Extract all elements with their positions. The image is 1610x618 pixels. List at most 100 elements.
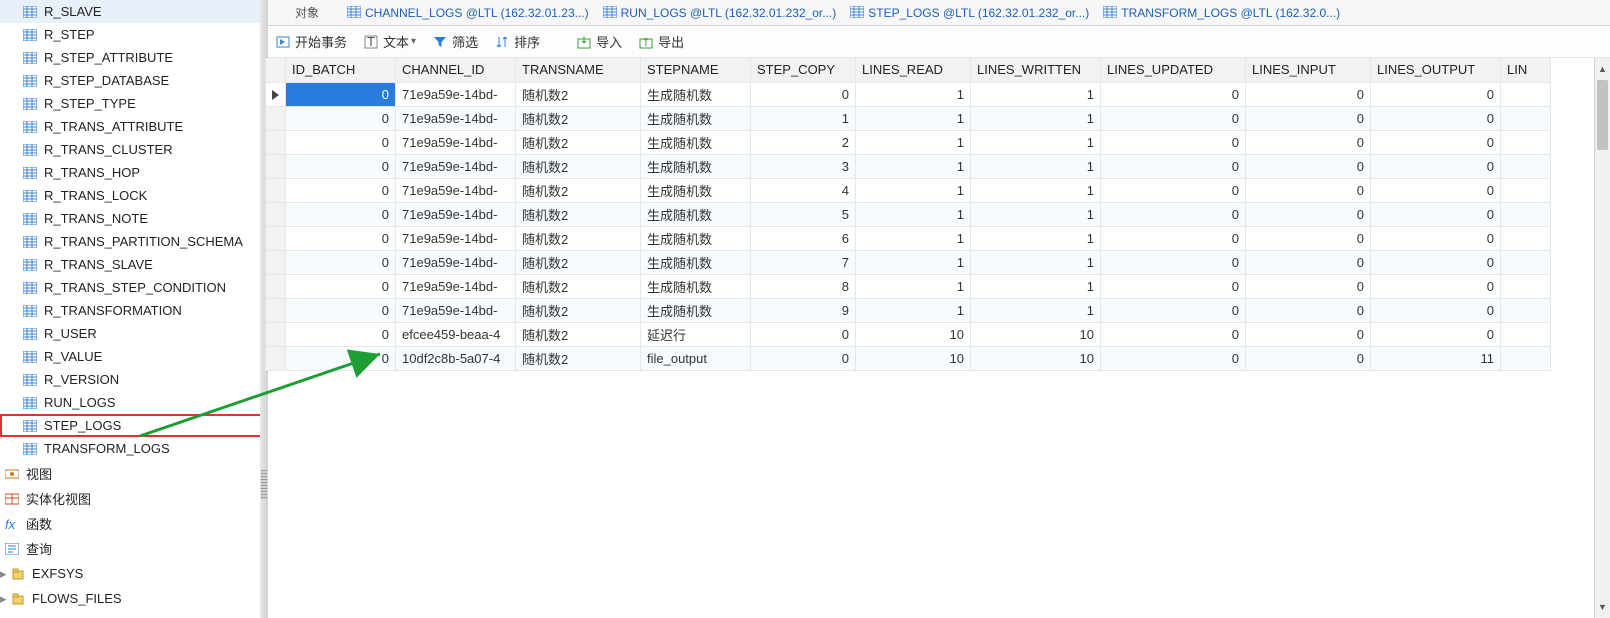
cell-lines_output[interactable]: 0 (1371, 322, 1501, 346)
col-header-id_batch[interactable]: ID_BATCH (286, 58, 396, 82)
cell-stepname[interactable]: 延迟行 (641, 322, 751, 346)
cell-lin_[interactable] (1501, 298, 1551, 322)
cell-channel_id[interactable]: 71e9a59e-14bd- (396, 106, 516, 130)
cell-channel_id[interactable]: 71e9a59e-14bd- (396, 298, 516, 322)
cell-lines_updated[interactable]: 0 (1101, 250, 1246, 274)
cell-stepname[interactable]: 生成随机数 (641, 274, 751, 298)
cell-transname[interactable]: 随机数2 (516, 154, 641, 178)
cell-lines_read[interactable]: 10 (856, 322, 971, 346)
rowhandle[interactable] (266, 82, 286, 106)
col-header-lin_[interactable]: LIN (1501, 58, 1551, 82)
tree-table-r_trans_step_condition[interactable]: R_TRANS_STEP_CONDITION (0, 276, 264, 299)
cell-lines_read[interactable]: 1 (856, 298, 971, 322)
cell-transname[interactable]: 随机数2 (516, 130, 641, 154)
cell-lines_input[interactable]: 0 (1246, 226, 1371, 250)
cell-transname[interactable]: 随机数2 (516, 298, 641, 322)
cell-lines_input[interactable]: 0 (1246, 202, 1371, 226)
table-row[interactable]: 0efcee459-beaa-4随机数2延迟行01010000 (266, 322, 1551, 346)
cell-lin_[interactable] (1501, 322, 1551, 346)
cell-step_copy[interactable]: 9 (751, 298, 856, 322)
cell-id_batch[interactable]: 0 (286, 250, 396, 274)
cell-id_batch[interactable]: 0 (286, 154, 396, 178)
cell-lines_written[interactable]: 1 (971, 274, 1101, 298)
cell-lines_written[interactable]: 1 (971, 178, 1101, 202)
table-row[interactable]: 071e9a59e-14bd-随机数2生成随机数011000 (266, 82, 1551, 106)
table-row[interactable]: 071e9a59e-14bd-随机数2生成随机数911000 (266, 298, 1551, 322)
cell-lin_[interactable] (1501, 274, 1551, 298)
begin-transaction-button[interactable]: 开始事务 (275, 32, 347, 51)
tree-category-view[interactable]: 视图 (0, 462, 264, 485)
cell-lin_[interactable] (1501, 226, 1551, 250)
tab-2[interactable]: STEP_LOGS @LTL (162.32.01.232_or...) (850, 6, 1089, 20)
tree-table-r_step_type[interactable]: R_STEP_TYPE (0, 92, 264, 115)
cell-channel_id[interactable]: 71e9a59e-14bd- (396, 130, 516, 154)
cell-step_copy[interactable]: 1 (751, 106, 856, 130)
cell-channel_id[interactable]: 71e9a59e-14bd- (396, 154, 516, 178)
text-button[interactable]: T 文本 ▾ (363, 32, 416, 51)
rowhandle[interactable] (266, 178, 286, 202)
cell-lines_read[interactable]: 1 (856, 154, 971, 178)
export-button[interactable]: 导出 (638, 32, 684, 51)
cell-lines_output[interactable]: 0 (1371, 298, 1501, 322)
cell-lines_output[interactable]: 0 (1371, 226, 1501, 250)
rowhandle[interactable] (266, 274, 286, 298)
cell-stepname[interactable]: 生成随机数 (641, 226, 751, 250)
cell-id_batch[interactable]: 0 (286, 274, 396, 298)
cell-step_copy[interactable]: 6 (751, 226, 856, 250)
table-row[interactable]: 071e9a59e-14bd-随机数2生成随机数411000 (266, 178, 1551, 202)
cell-step_copy[interactable]: 5 (751, 202, 856, 226)
tree-table-r_slave[interactable]: R_SLAVE (0, 0, 264, 23)
cell-stepname[interactable]: 生成随机数 (641, 178, 751, 202)
tree-table-r_trans_slave[interactable]: R_TRANS_SLAVE (0, 253, 264, 276)
tree-table-r_trans_hop[interactable]: R_TRANS_HOP (0, 161, 264, 184)
tree-table-r_value[interactable]: R_VALUE (0, 345, 264, 368)
cell-lines_read[interactable]: 10 (856, 346, 971, 370)
cell-lines_output[interactable]: 0 (1371, 130, 1501, 154)
cell-lines_updated[interactable]: 0 (1101, 154, 1246, 178)
cell-stepname[interactable]: 生成随机数 (641, 130, 751, 154)
cell-step_copy[interactable]: 0 (751, 322, 856, 346)
cell-lines_updated[interactable]: 0 (1101, 346, 1246, 370)
cell-lines_input[interactable]: 0 (1246, 346, 1371, 370)
table-row[interactable]: 010df2c8b-5a07-4随机数2file_output010100011 (266, 346, 1551, 370)
rowhandle[interactable] (266, 250, 286, 274)
cell-stepname[interactable]: 生成随机数 (641, 298, 751, 322)
tree-category-query[interactable]: 查询 (0, 537, 264, 560)
cell-step_copy[interactable]: 2 (751, 130, 856, 154)
vertical-scrollbar[interactable]: ▲ ▼ (1594, 58, 1610, 618)
cell-lines_written[interactable]: 1 (971, 250, 1101, 274)
cell-lines_written[interactable]: 1 (971, 130, 1101, 154)
rowhandle[interactable] (266, 130, 286, 154)
cell-step_copy[interactable]: 4 (751, 178, 856, 202)
cell-lines_input[interactable]: 0 (1246, 154, 1371, 178)
tree-schema-exfsys[interactable]: ▸EXFSYS (0, 562, 264, 585)
cell-id_batch[interactable]: 0 (286, 202, 396, 226)
rowhandle[interactable] (266, 226, 286, 250)
cell-lin_[interactable] (1501, 154, 1551, 178)
tree-table-r_version[interactable]: R_VERSION (0, 368, 264, 391)
cell-channel_id[interactable]: 71e9a59e-14bd- (396, 226, 516, 250)
cell-channel_id[interactable]: efcee459-beaa-4 (396, 322, 516, 346)
cell-transname[interactable]: 随机数2 (516, 226, 641, 250)
cell-lines_written[interactable]: 1 (971, 298, 1101, 322)
cell-lines_updated[interactable]: 0 (1101, 322, 1246, 346)
cell-lines_updated[interactable]: 0 (1101, 178, 1246, 202)
tree-table-r_trans_note[interactable]: R_TRANS_NOTE (0, 207, 264, 230)
cell-id_batch[interactable]: 0 (286, 322, 396, 346)
table-row[interactable]: 071e9a59e-14bd-随机数2生成随机数311000 (266, 154, 1551, 178)
table-row[interactable]: 071e9a59e-14bd-随机数2生成随机数711000 (266, 250, 1551, 274)
cell-lines_read[interactable]: 1 (856, 250, 971, 274)
cell-channel_id[interactable]: 71e9a59e-14bd- (396, 250, 516, 274)
cell-lines_output[interactable]: 0 (1371, 178, 1501, 202)
cell-lines_written[interactable]: 1 (971, 106, 1101, 130)
cell-lines_written[interactable]: 10 (971, 322, 1101, 346)
cell-id_batch[interactable]: 0 (286, 106, 396, 130)
cell-lines_updated[interactable]: 0 (1101, 226, 1246, 250)
cell-lines_read[interactable]: 1 (856, 226, 971, 250)
cell-channel_id[interactable]: 71e9a59e-14bd- (396, 82, 516, 106)
col-header-lines_output[interactable]: LINES_OUTPUT (1371, 58, 1501, 82)
cell-id_batch[interactable]: 0 (286, 178, 396, 202)
cell-id_batch[interactable]: 0 (286, 226, 396, 250)
cell-lines_input[interactable]: 0 (1246, 274, 1371, 298)
cell-transname[interactable]: 随机数2 (516, 82, 641, 106)
